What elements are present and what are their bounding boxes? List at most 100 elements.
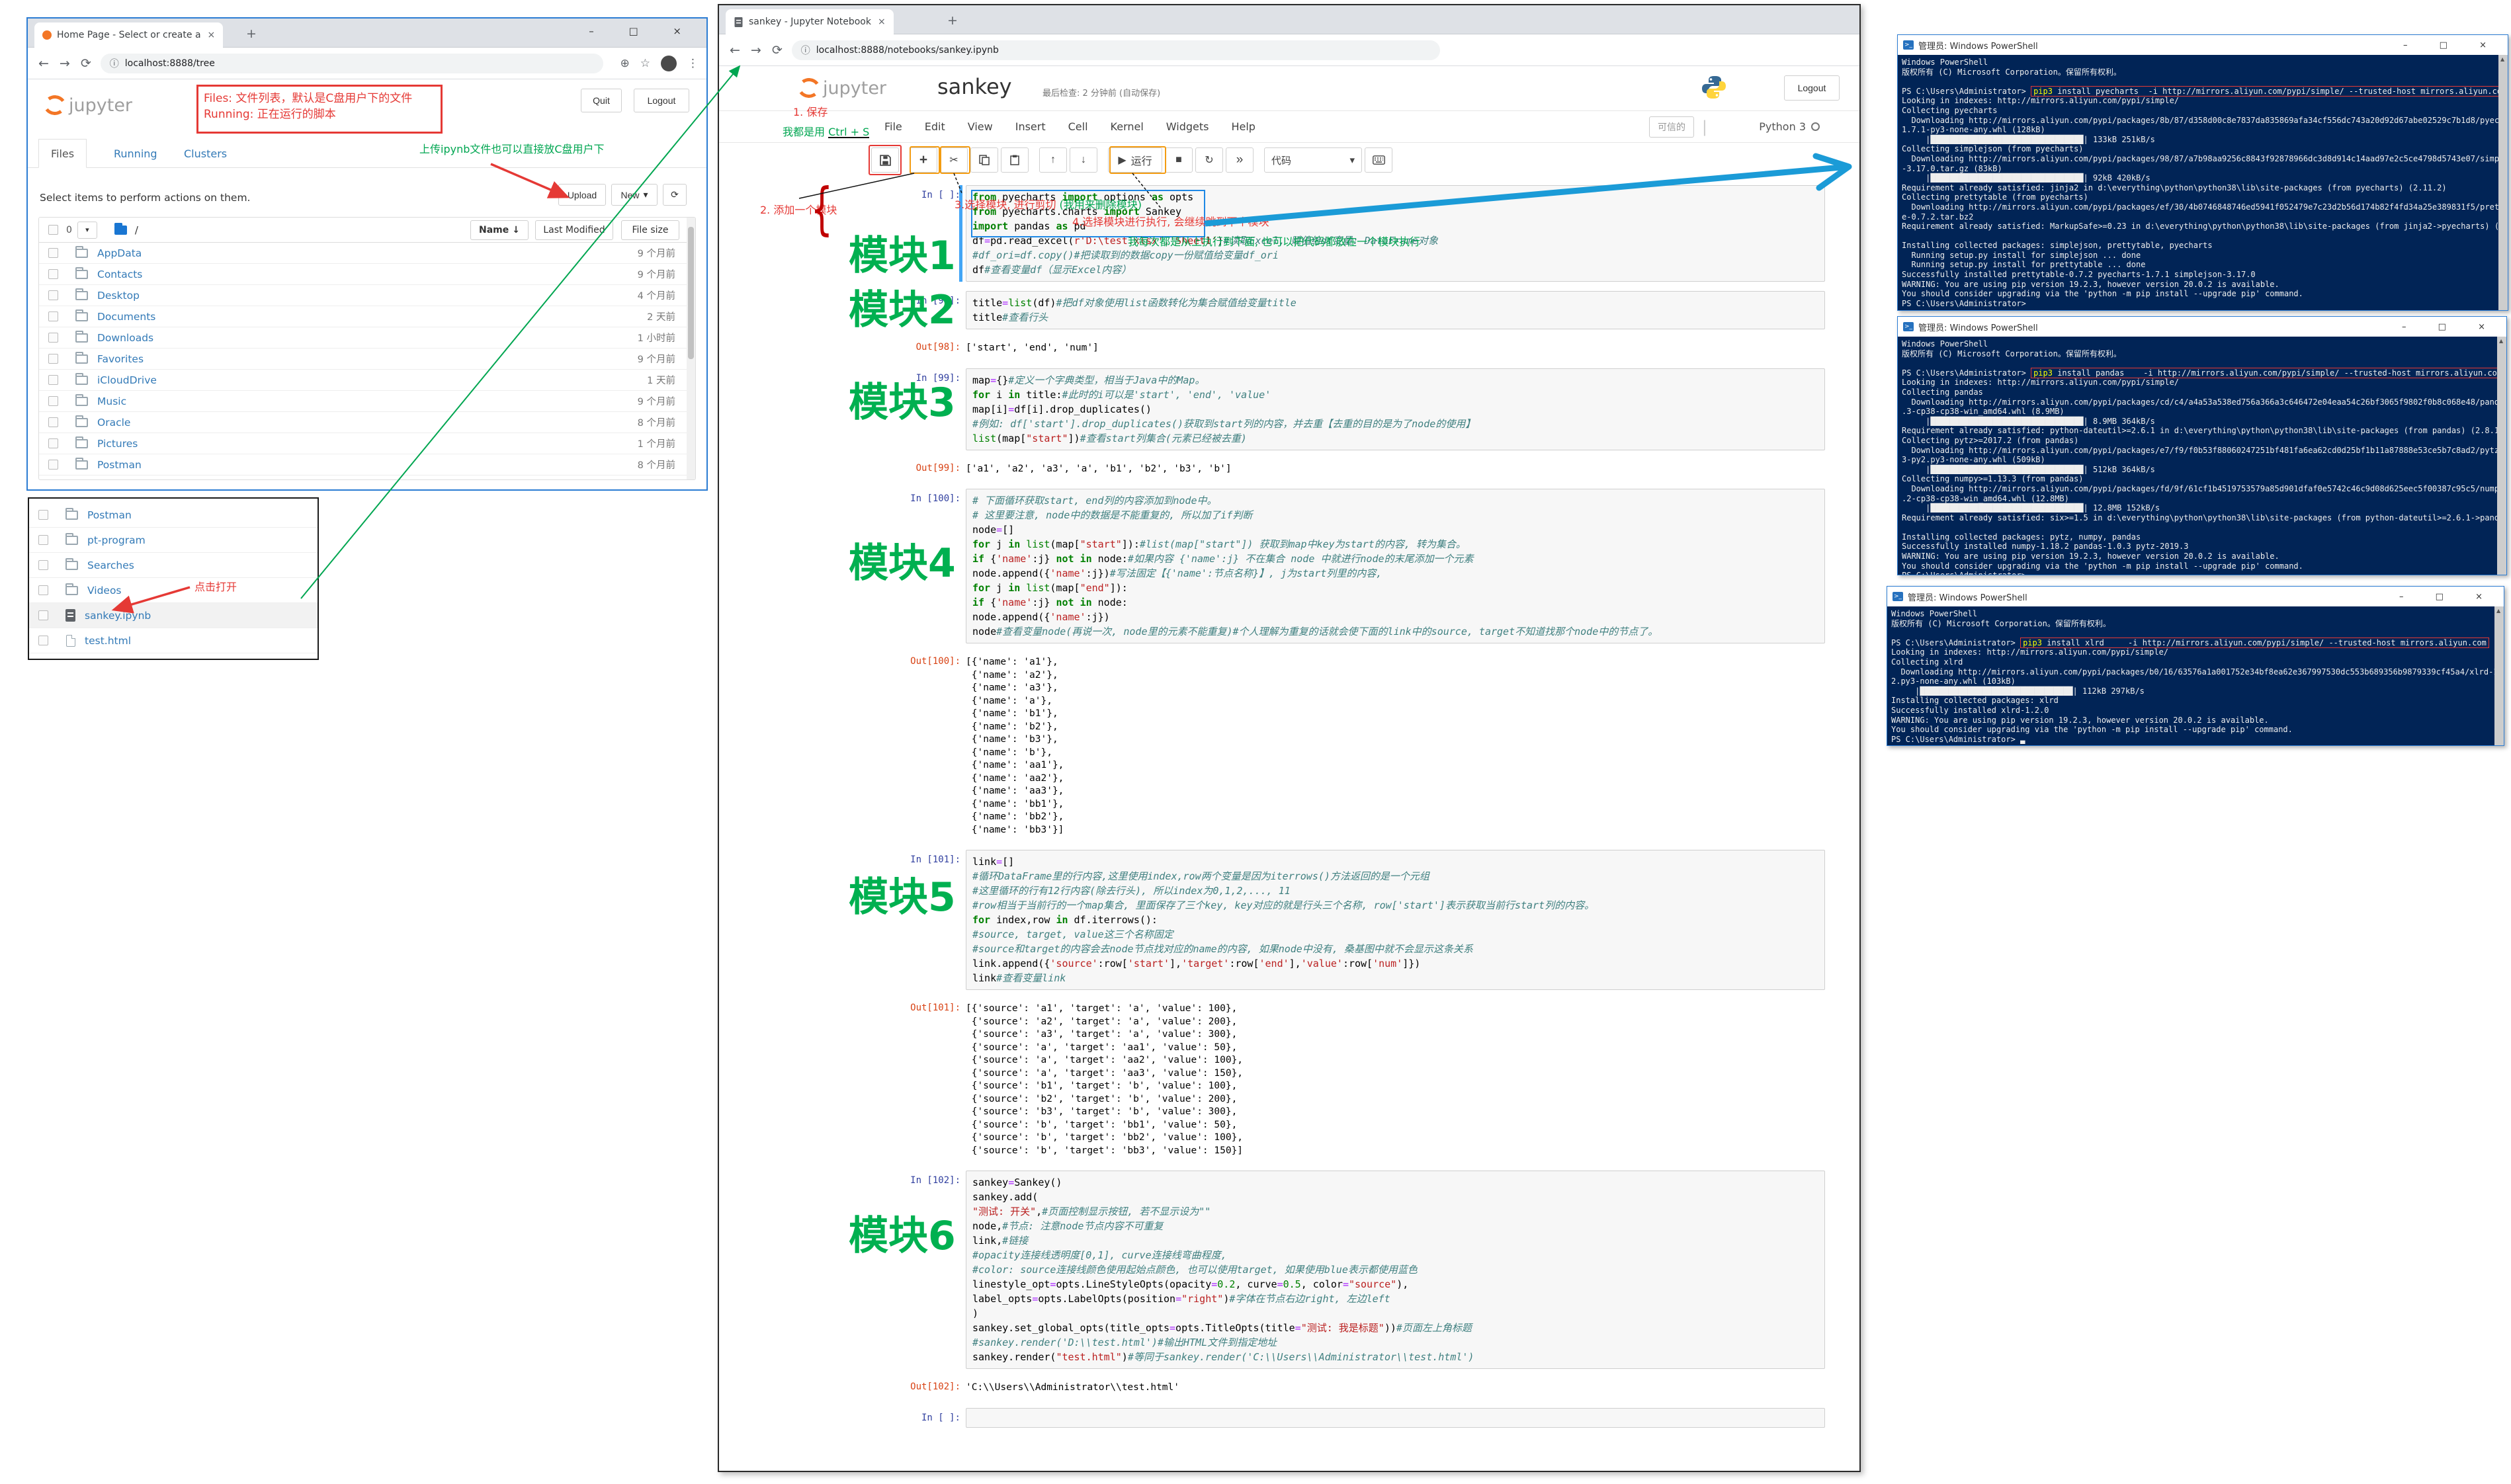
row-checkbox[interactable]: [38, 560, 48, 570]
list-item[interactable]: Postman: [29, 503, 318, 528]
row-checkbox[interactable]: [48, 311, 58, 321]
menu-view[interactable]: View: [968, 120, 993, 133]
back-icon[interactable]: ←: [730, 43, 740, 58]
move-up-button[interactable]: ↑: [1039, 147, 1067, 173]
file-link[interactable]: Contacts: [97, 268, 142, 280]
browser-tab[interactable]: sankey - Jupyter Notebook ×: [726, 9, 894, 34]
url-field[interactable]: ⓘ localhost:8888/notebooks/sankey.ipynb: [791, 40, 1440, 60]
move-down-button[interactable]: ↓: [1070, 147, 1097, 173]
menu-widgets[interactable]: Widgets: [1166, 120, 1209, 133]
list-item[interactable]: Videos: [29, 578, 318, 603]
tab-clusters[interactable]: Clusters: [172, 139, 239, 168]
upload-button[interactable]: Upload: [558, 184, 606, 206]
quit-button[interactable]: Quit: [581, 89, 622, 112]
row-checkbox[interactable]: [48, 333, 58, 343]
window-controls[interactable]: – □ ×: [2403, 40, 2501, 50]
file-link[interactable]: Postman: [97, 459, 142, 471]
row-checkbox[interactable]: [38, 510, 48, 520]
row-checkbox[interactable]: [48, 290, 58, 300]
code-input[interactable]: title=list(df)#把df对象使用list函数转化为集合赋值给变量ti…: [966, 291, 1825, 329]
tab-close-icon[interactable]: ×: [878, 17, 886, 27]
ps-scrollbar[interactable]: [2494, 606, 2504, 745]
file-link[interactable]: Searches: [87, 559, 134, 571]
ps-titlebar[interactable]: >_ 管理员: Windows PowerShell – □ ×: [1898, 35, 2508, 55]
table-row[interactable]: Documents 2 天前: [39, 306, 695, 327]
refresh-button[interactable]: ⟳: [663, 184, 687, 206]
menu-cell[interactable]: Cell: [1068, 120, 1088, 133]
file-link[interactable]: sankey.ipynb: [85, 610, 151, 622]
menu-dots-icon[interactable]: ⋮: [687, 57, 699, 70]
row-checkbox[interactable]: [48, 460, 58, 470]
jupyter-logo[interactable]: jupyter: [795, 75, 886, 103]
file-link[interactable]: pt-program: [87, 534, 146, 546]
restart-run-all-button[interactable]: »: [1226, 147, 1254, 173]
file-link[interactable]: Oracle: [97, 417, 130, 429]
save-button[interactable]: [871, 147, 899, 173]
code-input[interactable]: [966, 1407, 1825, 1428]
logout-button[interactable]: Logout: [1784, 75, 1840, 101]
reload-icon[interactable]: ⟳: [772, 43, 783, 58]
code-cell[interactable]: In [ ]:: [888, 1407, 1825, 1428]
select-all-checkbox[interactable]: [48, 225, 58, 235]
paste-cell-button[interactable]: [1001, 147, 1029, 173]
row-checkbox[interactable]: [48, 417, 58, 427]
notebook-title[interactable]: sankey: [937, 74, 1012, 99]
sort-name-button[interactable]: Name ↓: [470, 220, 529, 240]
file-link[interactable]: Music: [97, 395, 126, 407]
table-row[interactable]: Oracle 8 个月前: [39, 412, 695, 433]
cell-type-select[interactable]: 代码 ▾: [1264, 147, 1362, 173]
run-button[interactable]: ▶ 运行: [1108, 147, 1162, 173]
row-checkbox[interactable]: [38, 535, 48, 545]
command-palette-button[interactable]: [1365, 147, 1392, 173]
tab-running[interactable]: Running: [102, 139, 169, 168]
window-controls[interactable]: – □ ×: [2402, 322, 2500, 332]
copy-cell-button[interactable]: [970, 147, 998, 173]
row-checkbox[interactable]: [38, 610, 48, 620]
code-cell[interactable]: In [102]: sankey=Sankey() sankey.add( "测试:…: [888, 1171, 1825, 1395]
forward-icon[interactable]: →: [751, 43, 761, 58]
row-checkbox[interactable]: [48, 248, 58, 258]
url-field[interactable]: ⓘ localhost:8888/tree: [100, 53, 603, 73]
new-tab-button[interactable]: +: [246, 26, 257, 41]
file-link[interactable]: Pictures: [97, 438, 138, 450]
trusted-badge[interactable]: 可信的: [1649, 116, 1694, 138]
menu-edit[interactable]: Edit: [925, 120, 945, 133]
forward-icon[interactable]: →: [60, 56, 70, 71]
file-link[interactable]: Documents: [97, 311, 155, 323]
tab-close-icon[interactable]: ×: [208, 30, 216, 40]
ps-scrollbar[interactable]: [2497, 337, 2506, 575]
tab-files[interactable]: Files: [38, 139, 87, 168]
file-link[interactable]: Postman: [87, 509, 132, 521]
add-cell-button[interactable]: +: [910, 147, 937, 173]
file-link[interactable]: Favorites: [97, 353, 144, 365]
code-input[interactable]: # 下面循环获取start, end列的内容添加到node中。 # 这里要注意, …: [966, 489, 1825, 643]
row-checkbox[interactable]: [48, 354, 58, 364]
logout-button[interactable]: Logout: [634, 89, 689, 112]
file-link[interactable]: Downloads: [97, 332, 153, 344]
code-cell[interactable]: In [101]: link=[] #循环DataFrame里的行内容,这里使用in…: [888, 850, 1825, 1157]
info-icon[interactable]: ⓘ: [801, 44, 810, 57]
table-row[interactable]: iCloudDrive 1 天前: [39, 370, 695, 391]
new-tab-button[interactable]: +: [947, 13, 958, 28]
table-row[interactable]: Music 9 个月前: [39, 391, 695, 412]
code-cell[interactable]: In [98]: title=list(df)#把df对象使用list函数转化为集…: [888, 291, 1825, 355]
cut-cell-button[interactable]: ✂: [940, 147, 968, 173]
row-checkbox[interactable]: [38, 585, 48, 595]
table-row[interactable]: Pictures 1 个月前: [39, 433, 695, 454]
list-item[interactable]: sankey.ipynb: [29, 603, 318, 628]
browser-tab[interactable]: Home Page - Select or create a ×: [34, 22, 224, 48]
file-link[interactable]: Videos: [87, 585, 122, 597]
jupyter-logo[interactable]: jupyter: [41, 93, 132, 120]
window-controls[interactable]: – □ ×: [2399, 592, 2497, 602]
sort-modified-button[interactable]: Last Modified: [535, 220, 613, 240]
code-input[interactable]: map={}#定义一个字典类型，相当于Java中的Map。 for i in ti…: [966, 368, 1825, 450]
row-checkbox[interactable]: [38, 636, 48, 645]
ps-scrollbar[interactable]: [2498, 55, 2508, 310]
table-row[interactable]: Postman 8 个月前: [39, 454, 695, 475]
table-row[interactable]: Favorites 9 个月前: [39, 349, 695, 370]
file-link[interactable]: Desktop: [97, 290, 140, 302]
ps-titlebar[interactable]: >_ 管理员: Windows PowerShell – □ ×: [1898, 317, 2506, 337]
list-item[interactable]: test.html: [29, 628, 318, 653]
new-dropdown-button[interactable]: New ▾: [611, 184, 658, 206]
row-checkbox[interactable]: [48, 438, 58, 448]
